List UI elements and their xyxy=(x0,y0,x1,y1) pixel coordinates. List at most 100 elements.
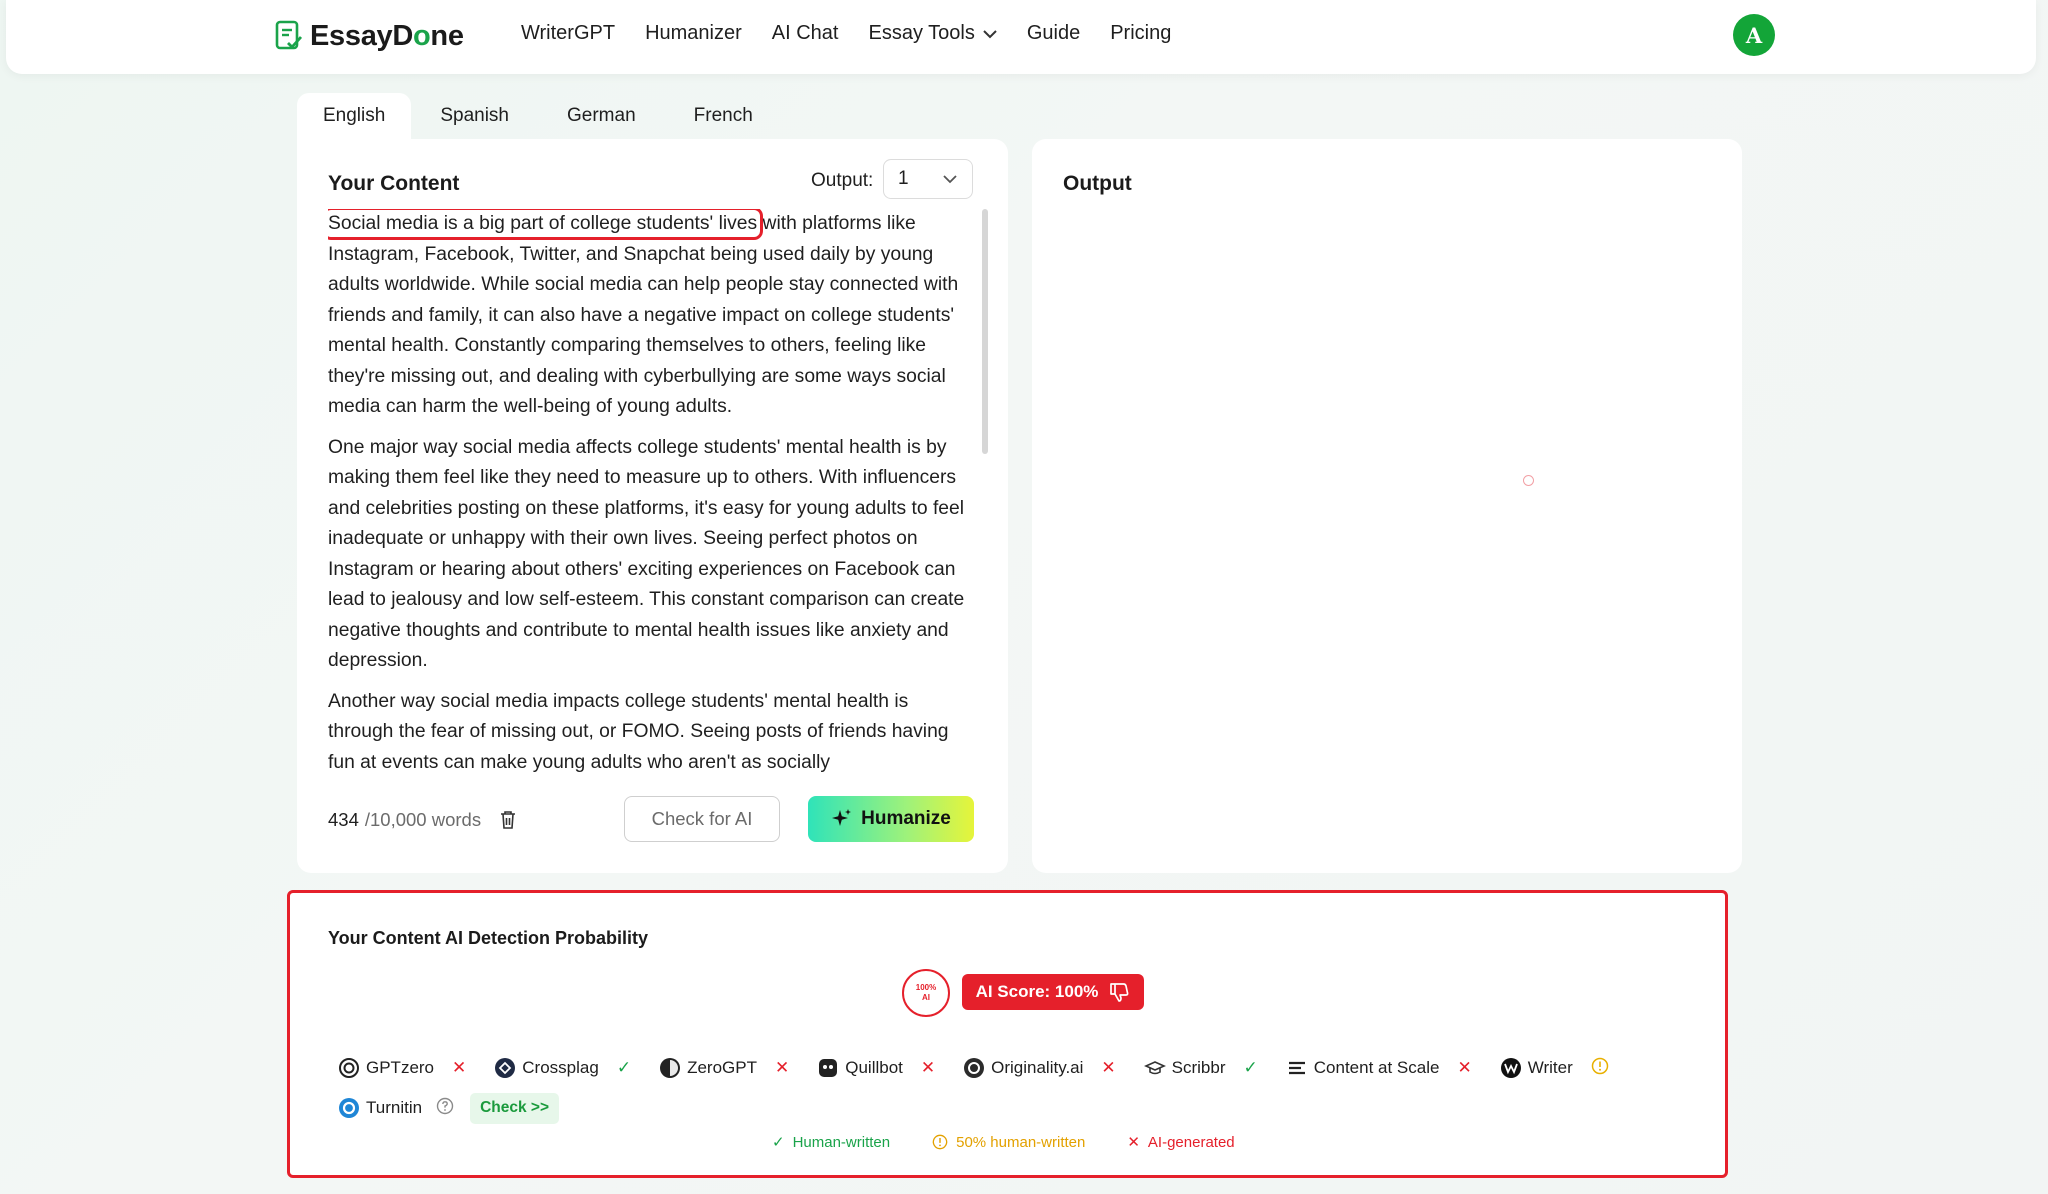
output-title: Output xyxy=(1063,172,1132,195)
ai-detection-panel: Your Content AI Detection Probability 10… xyxy=(287,890,1728,1178)
nav-guide[interactable]: Guide xyxy=(1027,22,1080,45)
legend-human-label: Human-written xyxy=(792,1133,891,1151)
ai-detected-x-icon: ✕ xyxy=(452,1058,467,1077)
gptzero-icon xyxy=(338,1057,360,1079)
ai-detected-x-icon: ✕ xyxy=(774,1058,790,1077)
detector-quillbot: Quillbot ✕ xyxy=(817,1057,963,1079)
logo-text: EssayDone xyxy=(310,19,464,52)
loading-spinner-icon xyxy=(1523,475,1534,486)
nav-writergpt[interactable]: WriterGPT xyxy=(521,22,615,45)
document-check-icon xyxy=(275,20,303,50)
ai-detected-x-icon: ✕ xyxy=(1101,1058,1116,1077)
thumbs-down-icon xyxy=(1110,983,1129,1002)
language-tabs: English Spanish German French xyxy=(297,93,782,139)
nav-essay-tools-label: Essay Tools xyxy=(868,22,975,44)
detector-name: ZeroGPT xyxy=(687,1058,757,1077)
detector-zerogpt: ZeroGPT ✕ xyxy=(659,1057,817,1079)
writer-icon xyxy=(1500,1057,1522,1079)
detector-name: Content at Scale xyxy=(1313,1058,1440,1077)
detection-legend: ✓ Human-written 50% human-written ✕ AI-g… xyxy=(772,1133,1235,1152)
content-scrollbar[interactable] xyxy=(981,209,989,779)
ai-score-text: AI Score: 100% xyxy=(975,982,1099,1001)
warning-circle-icon xyxy=(932,1134,948,1150)
lines-icon xyxy=(1286,1057,1308,1079)
detector-name: Writer xyxy=(1527,1058,1573,1077)
tab-french[interactable]: French xyxy=(665,93,782,139)
detector-gptzero: GPTzero ✕ xyxy=(338,1057,494,1079)
tab-english[interactable]: English xyxy=(297,93,412,139)
detector-content-at-scale: Content at Scale ✕ xyxy=(1286,1057,1500,1079)
ai-score-badge: AI Score: 100% xyxy=(962,974,1144,1010)
x-icon: ✕ xyxy=(1127,1134,1140,1151)
detector-name: Quillbot xyxy=(845,1058,903,1077)
word-count-limit: /10,000 words xyxy=(364,809,482,830)
trash-icon[interactable] xyxy=(499,810,517,830)
turnitin-check-link[interactable]: Check >> xyxy=(470,1092,559,1124)
detector-row: GPTzero ✕ Crossplag ✓ ZeroGPT ✕ Quillbot… xyxy=(338,1048,1698,1088)
legend-mixed: 50% human-written xyxy=(932,1133,1085,1151)
content-paragraph: One major way social media affects colle… xyxy=(328,436,965,672)
check-icon: ✓ xyxy=(772,1134,785,1151)
content-paragraph: Another way social media impacts college… xyxy=(328,690,949,773)
detector-writer: Writer xyxy=(1500,1057,1637,1080)
highlighted-sentence: Social media is a big part of college st… xyxy=(328,209,764,240)
output-count-value: 1 xyxy=(898,168,909,189)
detector-name: Turnitin xyxy=(366,1098,423,1117)
word-counter: 434 /10,000 words xyxy=(328,809,517,831)
tab-german[interactable]: German xyxy=(538,93,665,139)
warning-circle-icon xyxy=(1591,1057,1609,1080)
detector-row: Turnitin Check >> xyxy=(338,1088,1698,1128)
content-title: Your Content xyxy=(328,172,460,195)
detector-name: GPTzero xyxy=(366,1058,435,1077)
human-check-icon: ✓ xyxy=(1243,1058,1258,1077)
legend-human: ✓ Human-written xyxy=(772,1133,891,1152)
output-count-select[interactable]: 1 xyxy=(883,159,973,199)
ai-detected-x-icon: ✕ xyxy=(1457,1058,1472,1077)
ai-percentage-badge: 100% AI xyxy=(902,969,950,1017)
turnitin-icon xyxy=(338,1097,360,1119)
chevron-down-icon xyxy=(983,29,997,38)
legend-ai-label: AI-generated xyxy=(1147,1133,1235,1151)
detector-crossplag: Crossplag ✓ xyxy=(494,1057,659,1079)
content-paragraph: Social media is a big part of college st… xyxy=(328,209,959,417)
scrollbar-thumb[interactable] xyxy=(982,209,988,454)
legend-mixed-label: 50% human-written xyxy=(956,1133,1086,1151)
chevron-down-icon xyxy=(943,175,957,184)
humanize-button[interactable]: Humanize xyxy=(808,796,974,842)
nav-ai-chat[interactable]: AI Chat xyxy=(772,22,839,45)
sparkle-icon xyxy=(832,809,852,826)
crossplag-icon xyxy=(494,1057,516,1079)
detector-turnitin: Turnitin xyxy=(338,1097,470,1120)
check-for-ai-button[interactable]: Check for AI xyxy=(624,796,780,842)
output-count-label: Output: xyxy=(811,170,874,191)
human-check-icon: ✓ xyxy=(616,1058,632,1077)
detector-list: GPTzero ✕ Crossplag ✓ ZeroGPT ✕ Quillbot… xyxy=(338,1048,1698,1128)
output-panel: Output xyxy=(1032,139,1742,873)
detector-scribbr: Scribbr ✓ xyxy=(1143,1057,1286,1079)
nav-pricing[interactable]: Pricing xyxy=(1110,22,1171,45)
main-nav: WriterGPT Humanizer AI Chat Essay Tools … xyxy=(521,22,1201,45)
word-count-value: 434 xyxy=(328,809,359,830)
ai-percentage-value: 100% xyxy=(915,983,937,992)
legend-ai: ✕ AI-generated xyxy=(1127,1133,1235,1152)
humanize-label: Humanize xyxy=(861,808,951,829)
nav-humanizer[interactable]: Humanizer xyxy=(645,22,742,45)
originality-icon xyxy=(963,1057,985,1079)
content-panel: Your Content Output: 1 Social media is a… xyxy=(297,139,1008,873)
user-avatar[interactable]: A xyxy=(1733,14,1775,56)
ai-detected-x-icon: ✕ xyxy=(920,1058,936,1077)
quillbot-icon xyxy=(817,1057,839,1079)
ai-percentage-label: AI xyxy=(922,993,930,1002)
content-textarea[interactable]: Social media is a big part of college st… xyxy=(328,209,970,779)
nav-essay-tools[interactable]: Essay Tools xyxy=(868,22,997,45)
detector-name: Crossplag xyxy=(522,1058,599,1077)
graduation-cap-icon xyxy=(1143,1057,1166,1079)
essaydone-logo[interactable]: EssayDone xyxy=(274,16,464,56)
zerogpt-icon xyxy=(659,1057,681,1079)
detector-name: Scribbr xyxy=(1171,1058,1226,1077)
detection-title: Your Content AI Detection Probability xyxy=(328,928,649,948)
tab-spanish[interactable]: Spanish xyxy=(411,93,538,139)
detector-name: Originality.ai xyxy=(991,1058,1084,1077)
detector-originality: Originality.ai ✕ xyxy=(963,1057,1144,1079)
question-circle-icon xyxy=(436,1097,454,1120)
